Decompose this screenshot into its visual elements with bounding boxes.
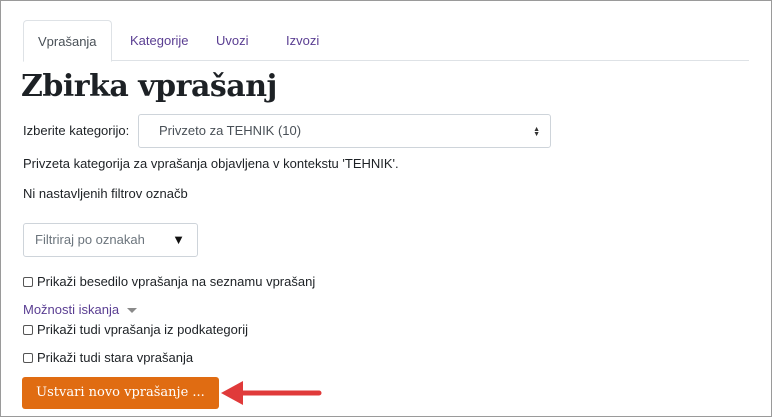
tab-import[interactable]: Uvozi [202,20,263,59]
chevron-down-icon [126,308,137,314]
include-subcategories-option[interactable]: Prikaži tudi vprašanja iz podkategorij [23,322,248,337]
sort-icon: ▲ ▼ [533,125,540,138]
include-subcategories-label: Prikaži tudi vprašanja iz podkategorij [37,322,248,337]
show-question-text-checkbox[interactable] [23,276,33,287]
include-old-checkbox[interactable] [23,352,33,363]
create-question-button[interactable]: Ustvari novo vprašanje ... [22,377,219,409]
tag-filter-placeholder: Filtriraj po oznakah [35,232,145,247]
category-select[interactable]: Privzeto za TEHNIK (10) ▲ ▼ [138,114,551,148]
search-options-toggle[interactable]: Možnosti iskanja [23,302,137,317]
show-question-text-label: Prikaži besedilo vprašanja na seznamu vp… [37,274,316,289]
window-frame: Vprašanja Kategorije Uvozi Izvozi Zbirka… [0,0,772,417]
category-label: Izberite kategorijo: [23,123,130,138]
tab-categories[interactable]: Kategorije [116,20,203,59]
search-options-label: Možnosti iskanja [23,302,120,317]
include-subcategories-checkbox[interactable] [23,324,33,335]
category-description: Privzeta kategorija za vprašanja objavlj… [23,156,399,171]
tab-export[interactable]: Izvozi [272,20,333,59]
include-old-option[interactable]: Prikaži tudi stara vprašanja [23,350,193,365]
arrow-left-icon [221,381,322,405]
tag-filter-input[interactable]: Filtriraj po oznakah ▼ [23,223,198,257]
include-old-label: Prikaži tudi stara vprašanja [37,350,194,365]
tab-bar: Vprašanja Kategorije Uvozi Izvozi [23,20,749,62]
show-question-text-option[interactable]: Prikaži besedilo vprašanja na seznamu vp… [23,274,315,289]
tab-questions[interactable]: Vprašanja [23,20,112,62]
category-select-value: Privzeto za TEHNIK (10) [159,123,302,138]
page-title: Zbirka vprašanj [21,69,277,104]
caret-down-icon: ▼ [172,232,185,247]
no-filters-text: Ni nastavljenih filtrov označb [23,186,188,201]
